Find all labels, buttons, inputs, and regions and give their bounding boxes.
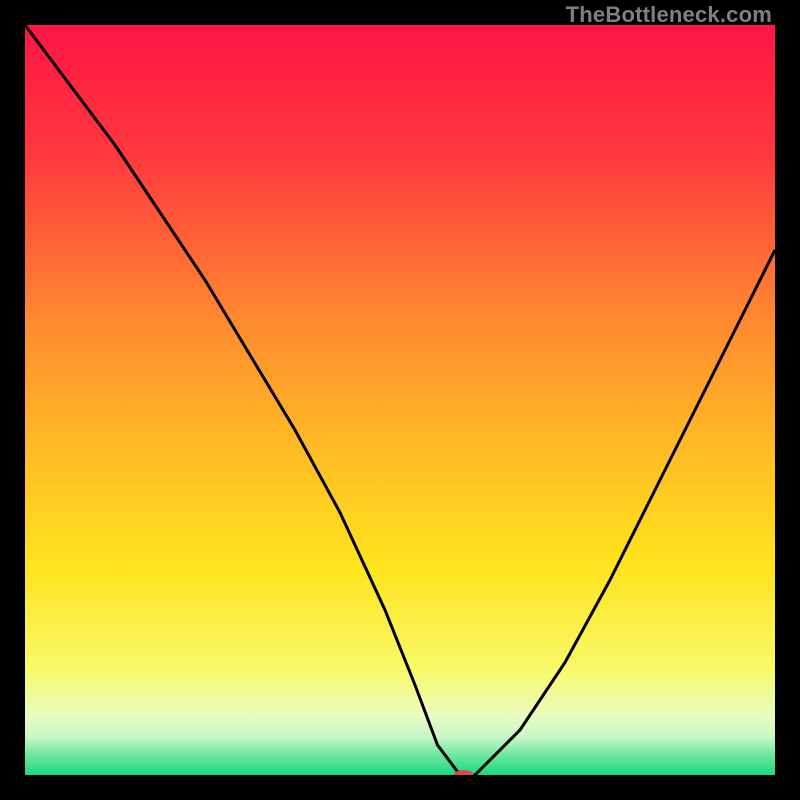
plot-area <box>25 25 775 775</box>
gradient-background <box>25 25 775 775</box>
chart-svg <box>25 25 775 775</box>
chart-frame: TheBottleneck.com <box>0 0 800 800</box>
